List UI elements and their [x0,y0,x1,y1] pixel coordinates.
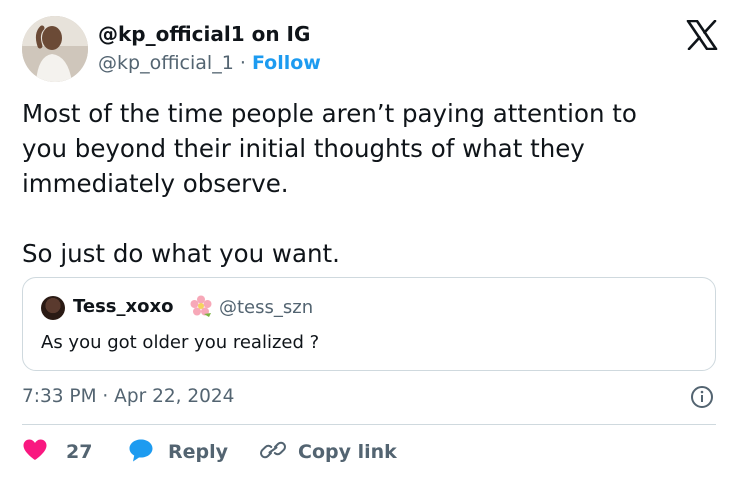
author-handle-line: @kp_official_1 · Follow [98,52,321,74]
like-button[interactable]: 27 [22,438,92,466]
quote-author-name[interactable]: Tess_xoxo [73,296,173,317]
info-icon[interactable] [690,385,714,409]
author-handle[interactable]: @kp_official_1 [98,52,234,74]
like-count: 27 [66,441,93,463]
author-name[interactable]: @kp_official1 on IG [98,22,310,46]
tweet-text: Most of the time people aren’t paying at… [22,99,637,268]
reply-button[interactable]: Reply [128,438,228,466]
quote-author-handle[interactable]: @tess_szn [219,297,313,318]
quoted-tweet[interactable]: Tess_xoxo @tess_szn As you got older you… [22,277,716,371]
reply-bubble-icon [128,438,154,466]
author-avatar[interactable] [22,16,88,82]
link-icon [260,438,286,466]
copy-link-button[interactable]: Copy link [260,438,397,466]
tweet-timestamp[interactable]: 7:33 PM · Apr 22, 2024 [22,386,234,407]
divider [22,424,716,425]
quote-avatar[interactable] [41,296,65,320]
reply-label: Reply [168,441,229,463]
flower-emoji-icon [189,294,213,318]
handle-separator: · [239,52,246,74]
follow-button[interactable]: Follow [252,52,321,74]
heart-icon [22,438,48,466]
quote-text: As you got older you realized ? [41,332,320,353]
x-logo-icon[interactable] [686,19,718,51]
copy-link-label: Copy link [298,441,397,463]
